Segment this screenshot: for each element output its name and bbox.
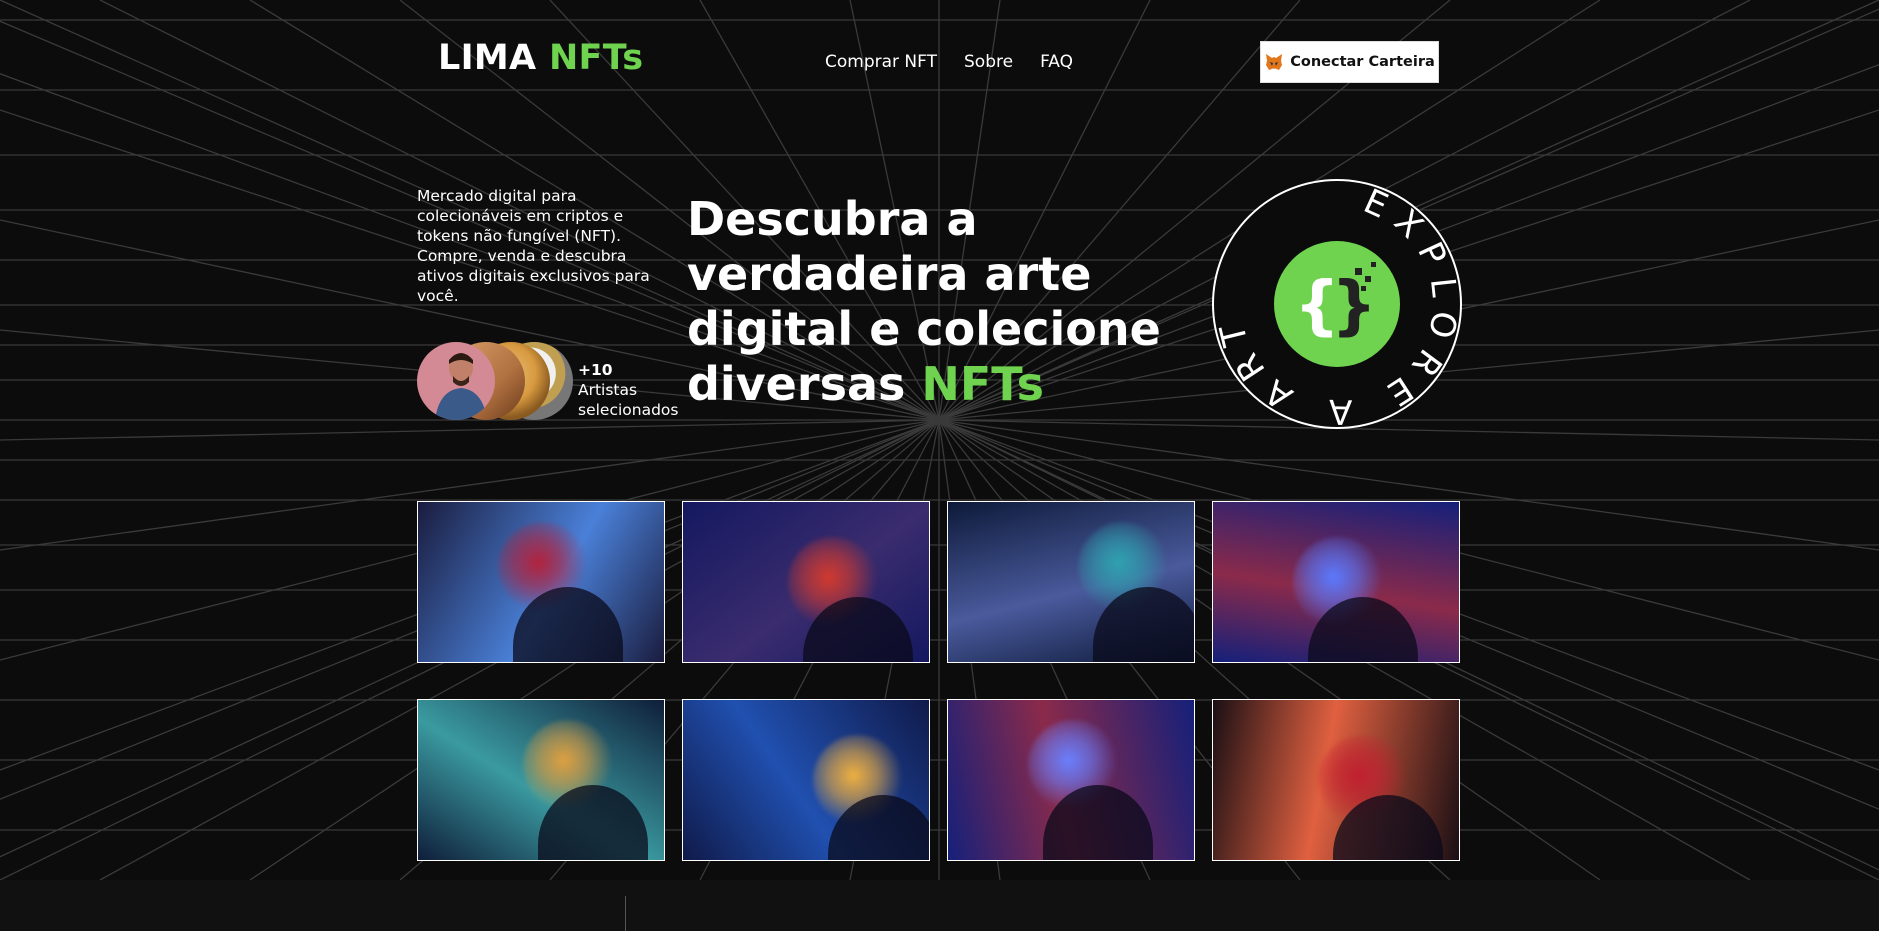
artists-label-2: selecionados bbox=[578, 401, 679, 419]
nft-thumbnail[interactable] bbox=[947, 699, 1195, 861]
nft-thumbnail[interactable] bbox=[1212, 699, 1460, 861]
footer-divider bbox=[625, 896, 626, 931]
nft-thumbnail[interactable] bbox=[682, 699, 930, 861]
avatar-1 bbox=[417, 342, 495, 420]
artists-label-1: Artistas bbox=[578, 381, 638, 399]
nft-thumbnail[interactable] bbox=[417, 501, 665, 663]
nft-thumbnail[interactable] bbox=[417, 699, 665, 861]
artist-avatars bbox=[417, 342, 573, 420]
footer-strip bbox=[0, 880, 1879, 931]
headline-accent: NFTs bbox=[921, 357, 1044, 411]
person-silhouette-icon bbox=[435, 353, 487, 420]
nav-sobre[interactable]: Sobre bbox=[964, 52, 1013, 72]
code-braces-icon: { } bbox=[1294, 262, 1377, 343]
nav-comprar-nft[interactable]: Comprar NFT bbox=[825, 52, 937, 72]
nft-thumbnail[interactable] bbox=[1212, 501, 1460, 663]
nav-faq[interactable]: FAQ bbox=[1040, 52, 1073, 72]
headline-line-4: diversas NFTs bbox=[687, 357, 1167, 412]
hero-intro-text: Mercado digital para colecionáveis em cr… bbox=[417, 187, 650, 305]
headline-line-1: Descubra a bbox=[687, 192, 978, 246]
nft-gallery bbox=[417, 501, 1460, 861]
nft-thumbnail[interactable] bbox=[682, 501, 930, 663]
artists-count: +10 bbox=[578, 361, 613, 379]
main-nav: Comprar NFT Sobre FAQ bbox=[825, 52, 1073, 72]
metamask-fox-icon bbox=[1266, 54, 1283, 70]
headline-line-4-text: diversas bbox=[687, 357, 906, 411]
headline-line-2: verdadeira arte bbox=[687, 247, 1092, 301]
connect-wallet-button[interactable]: Conectar Carteira bbox=[1260, 41, 1439, 83]
nft-thumbnail[interactable] bbox=[947, 501, 1195, 663]
artists-summary: +10 Artistas selecionados bbox=[578, 360, 679, 420]
logo-main: LIMA bbox=[438, 38, 537, 78]
explore-art-badge[interactable]: EXPLORE A ARTE { } bbox=[1211, 178, 1463, 430]
headline-line-3: digital e colecione bbox=[687, 302, 1161, 356]
hero-headline: Descubra a verdadeira arte digital e col… bbox=[687, 192, 1167, 412]
connect-wallet-label: Conectar Carteira bbox=[1290, 54, 1435, 70]
site-logo[interactable]: LIMA NFTs bbox=[438, 38, 643, 78]
logo-accent: NFTs bbox=[548, 38, 644, 78]
